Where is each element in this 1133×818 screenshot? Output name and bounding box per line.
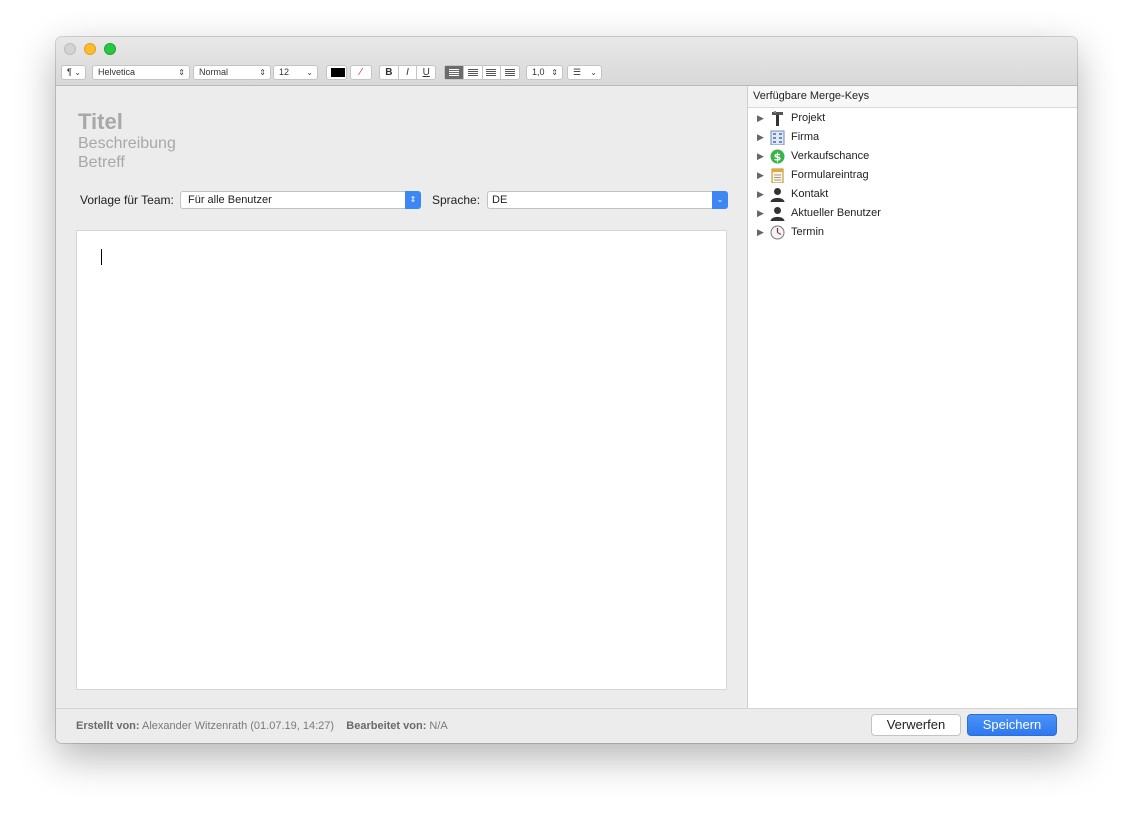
- zoom-window-button[interactable]: [104, 43, 116, 55]
- record-metadata: Erstellt von: Alexander Witzenrath (01.0…: [76, 720, 448, 732]
- svg-text:$: $: [774, 151, 782, 164]
- description-field[interactable]: Beschreibung: [78, 135, 176, 153]
- justify-button[interactable]: [501, 66, 519, 79]
- editor-window: ¶ ⌄ Helvetica ⇕ Normal ⇕ 12 ⌄ ⁄ B I U 1,…: [56, 37, 1077, 743]
- list-style-dropdown[interactable]: ☰ ⌄: [567, 65, 602, 80]
- disclosure-triangle-icon[interactable]: ▶: [757, 185, 764, 204]
- language-combo[interactable]: DE ⌄: [487, 191, 728, 209]
- merge-keys-tree: ▶ Projekt ▶ Firma ▶ $ Verkaufschance ▶ F…: [748, 108, 1077, 242]
- updown-icon: ⇕: [405, 191, 421, 209]
- form-icon: [771, 168, 784, 183]
- person-icon: [770, 207, 785, 221]
- updown-icon: ⇕: [259, 68, 266, 77]
- company-icon: [770, 130, 785, 145]
- tree-item-aktueller-benutzer[interactable]: ▶ Aktueller Benutzer: [748, 204, 1077, 223]
- edited-by-value: N/A: [429, 720, 448, 732]
- line-spacing-select[interactable]: 1,0 ⇕: [526, 65, 563, 80]
- align-left-button[interactable]: [445, 66, 464, 79]
- chevron-down-icon: ⌄: [712, 191, 728, 209]
- align-right-icon: [486, 69, 497, 76]
- chevron-down-icon: ⌄: [590, 68, 597, 77]
- disclosure-triangle-icon[interactable]: ▶: [757, 204, 764, 223]
- updown-icon: ⇕: [551, 68, 558, 77]
- tree-item-verkaufschance[interactable]: ▶ $ Verkaufschance: [748, 147, 1077, 166]
- team-select-value: Für alle Benutzer: [188, 194, 272, 206]
- language-value: DE: [492, 194, 508, 206]
- disclosure-triangle-icon[interactable]: ▶: [757, 147, 764, 166]
- bold-button[interactable]: B: [380, 66, 399, 79]
- chevron-down-icon: ⌄: [74, 68, 81, 77]
- disclosure-triangle-icon[interactable]: ▶: [757, 109, 764, 128]
- paragraph-style-dropdown[interactable]: ¶ ⌄: [61, 65, 86, 80]
- font-family-value: Helvetica: [98, 67, 136, 77]
- merge-keys-header: Verfügbare Merge-Keys: [748, 86, 1077, 108]
- tree-item-projekt[interactable]: ▶ Projekt: [748, 109, 1077, 128]
- close-window-button[interactable]: [64, 43, 76, 55]
- alignment-segment: [444, 65, 520, 80]
- tree-item-label: Aktueller Benutzer: [791, 207, 881, 219]
- created-by-value: Alexander Witzenrath (01.07.19, 14:27): [142, 720, 335, 732]
- person-icon: [770, 188, 785, 202]
- font-style-select[interactable]: Normal ⇕: [193, 65, 271, 80]
- justify-icon: [505, 69, 516, 76]
- font-family-select[interactable]: Helvetica ⇕: [92, 65, 190, 80]
- tree-item-kontakt[interactable]: ▶ Kontakt: [748, 185, 1077, 204]
- disclosure-triangle-icon[interactable]: ▶: [757, 128, 764, 147]
- project-icon: [772, 111, 783, 126]
- font-style-value: Normal: [199, 67, 229, 77]
- align-center-button[interactable]: [464, 66, 483, 79]
- team-select[interactable]: Für alle Benutzer ⇕: [180, 191, 421, 209]
- align-right-button[interactable]: [483, 66, 502, 79]
- tree-item-label: Termin: [791, 226, 825, 238]
- created-by-label: Erstellt von:: [76, 720, 140, 732]
- text-style-segment: B I U: [379, 65, 436, 80]
- align-center-icon: [467, 69, 478, 76]
- tree-item-label: Projekt: [791, 112, 826, 124]
- template-form: Titel Beschreibung Betreff Vorlage für T…: [56, 86, 747, 708]
- align-left-icon: [448, 69, 459, 76]
- minimize-window-button[interactable]: [84, 43, 96, 55]
- list-icon: ☰: [573, 67, 582, 77]
- language-label: Sprache:: [432, 193, 481, 207]
- clock-icon: [770, 225, 785, 240]
- text-caret: [101, 249, 102, 265]
- merge-keys-panel: Verfügbare Merge-Keys ▶ Projekt ▶ Firma …: [747, 86, 1077, 708]
- tree-item-label: Kontakt: [791, 188, 829, 200]
- footer-bar: Erstellt von: Alexander Witzenrath (01.0…: [56, 708, 1077, 743]
- no-color-icon: ⁄: [360, 67, 362, 78]
- team-label: Vorlage für Team:: [80, 193, 174, 207]
- text-color-well[interactable]: [326, 65, 347, 80]
- title-field[interactable]: Titel: [78, 109, 123, 135]
- chevron-down-icon: ⌄: [306, 68, 313, 77]
- underline-button[interactable]: U: [417, 66, 435, 79]
- tree-item-label: Firma: [791, 131, 820, 143]
- highlight-color-well[interactable]: ⁄: [350, 65, 372, 80]
- title-bar: ¶ ⌄ Helvetica ⇕ Normal ⇕ 12 ⌄ ⁄ B I U 1,…: [56, 37, 1077, 86]
- disclosure-triangle-icon[interactable]: ▶: [757, 166, 764, 185]
- italic-button[interactable]: I: [399, 66, 418, 79]
- tree-item-formulareintrag[interactable]: ▶ Formulareintrag: [748, 166, 1077, 185]
- disclosure-triangle-icon[interactable]: ▶: [757, 223, 764, 242]
- tree-item-termin[interactable]: ▶ Termin: [748, 223, 1077, 242]
- line-spacing-value: 1,0: [532, 67, 545, 77]
- font-size-combo[interactable]: 12 ⌄: [273, 65, 318, 80]
- save-button[interactable]: Speichern: [967, 714, 1057, 736]
- subject-field[interactable]: Betreff: [78, 154, 125, 172]
- text-color-swatch: [331, 68, 345, 77]
- paragraph-icon: ¶: [67, 67, 72, 77]
- font-size-value: 12: [279, 67, 290, 77]
- tree-item-label: Formulareintrag: [791, 169, 869, 181]
- updown-icon: ⇕: [178, 68, 185, 77]
- dollar-icon: $: [770, 149, 785, 164]
- edited-by-label: Bearbeitet von:: [346, 720, 427, 732]
- tree-item-firma[interactable]: ▶ Firma: [748, 128, 1077, 147]
- tree-item-label: Verkaufschance: [791, 150, 870, 162]
- discard-button[interactable]: Verwerfen: [871, 714, 961, 736]
- text-editor[interactable]: [76, 230, 727, 690]
